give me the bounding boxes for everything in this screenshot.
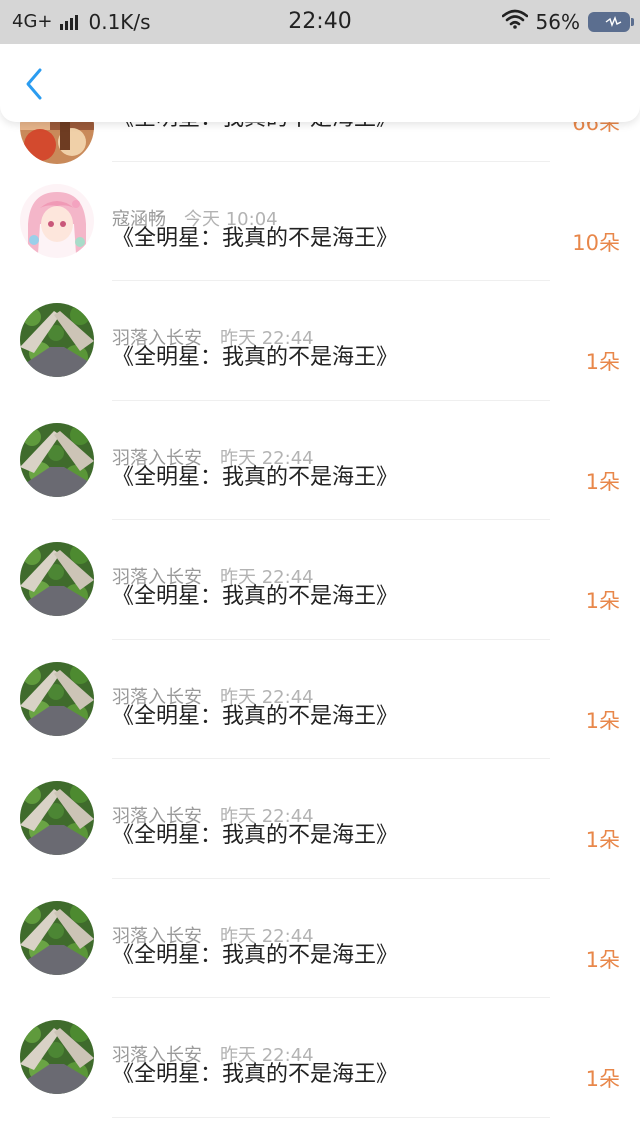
battery-percent: 56% <box>535 10 580 34</box>
flower-count: 1朵 <box>585 469 620 494</box>
list-item[interactable]: 羽落入长安 昨天 22:44 《全明星：我真的不是海王》 1朵 <box>0 520 640 640</box>
screen: 4G+ 0.1K/s 22:40 56% 66朵 寇涵畅 今天 10:04 《全… <box>0 0 640 1138</box>
list-item[interactable]: 羽落入长安 昨天 22:44 《全明星：我真的不是海王》 1朵 <box>0 759 640 879</box>
book-title[interactable]: 《全明星：我真的不是海王》 <box>112 821 398 851</box>
list-item[interactable]: 羽落入长安 昨天 22:44 《全明星：我真的不是海王》 1朵 <box>0 401 640 520</box>
wifi-icon <box>501 8 528 36</box>
list-item[interactable]: 羽落入长安 昨天 22:44 《全明星：我真的不是海王》 1朵 <box>0 640 640 759</box>
flower-count: 1朵 <box>585 589 620 613</box>
book-title[interactable]: 《全明星：我真的不是海王》 <box>112 582 398 612</box>
back-button[interactable] <box>14 64 54 104</box>
avatar[interactable] <box>20 1020 94 1094</box>
divider <box>112 1116 550 1118</box>
avatar[interactable] <box>20 422 94 497</box>
flower-count: 1朵 <box>585 828 620 852</box>
list-item[interactable]: 寇涵畅 今天 10:04 《全明星：我真的不是海王》 10朵 <box>0 162 640 281</box>
book-title[interactable]: 《全明星：我真的不是海王》 <box>112 941 398 971</box>
list-item[interactable]: 羽落入长安 昨天 22:44 《全明星：我真的不是海王》 1朵 <box>0 998 640 1118</box>
avatar[interactable] <box>20 303 94 377</box>
flower-count: 10朵 <box>572 230 620 255</box>
chevron-left-icon <box>26 68 42 100</box>
nav-bar <box>0 44 640 122</box>
book-title[interactable]: 《全明星：我真的不是海王》 <box>112 463 398 493</box>
avatar[interactable] <box>20 900 94 975</box>
flower-count: 1朵 <box>585 947 620 972</box>
book-title[interactable]: 《全明星：我真的不是海王》 <box>112 343 398 373</box>
list-item[interactable]: 羽落入长安 昨天 22:44 《全明星：我真的不是海王》 1朵 <box>0 281 640 401</box>
flower-count: 1朵 <box>585 1067 620 1091</box>
flower-count: 1朵 <box>585 708 620 733</box>
list-item[interactable]: 羽落入长安 昨天 22:44 《全明星：我真的不是海王》 1朵 <box>0 879 640 998</box>
avatar[interactable] <box>20 781 94 855</box>
book-title[interactable]: 《全明星：我真的不是海王》 <box>112 224 398 254</box>
avatar[interactable] <box>20 661 94 736</box>
status-right: 56% <box>501 8 634 36</box>
status-bar: 4G+ 0.1K/s 22:40 56% <box>0 0 640 44</box>
battery-icon <box>588 12 634 32</box>
avatar[interactable] <box>20 183 94 258</box>
book-title[interactable]: 《全明星：我真的不是海王》 <box>112 1060 398 1090</box>
book-title[interactable]: 《全明星：我真的不是海王》 <box>112 702 398 732</box>
flower-count: 1朵 <box>585 350 620 374</box>
avatar[interactable] <box>20 542 94 616</box>
gift-list: 《全明星：我真的不是海王》66朵 寇涵畅今天 10:04《全明星：我真的不是海王… <box>0 72 640 1118</box>
